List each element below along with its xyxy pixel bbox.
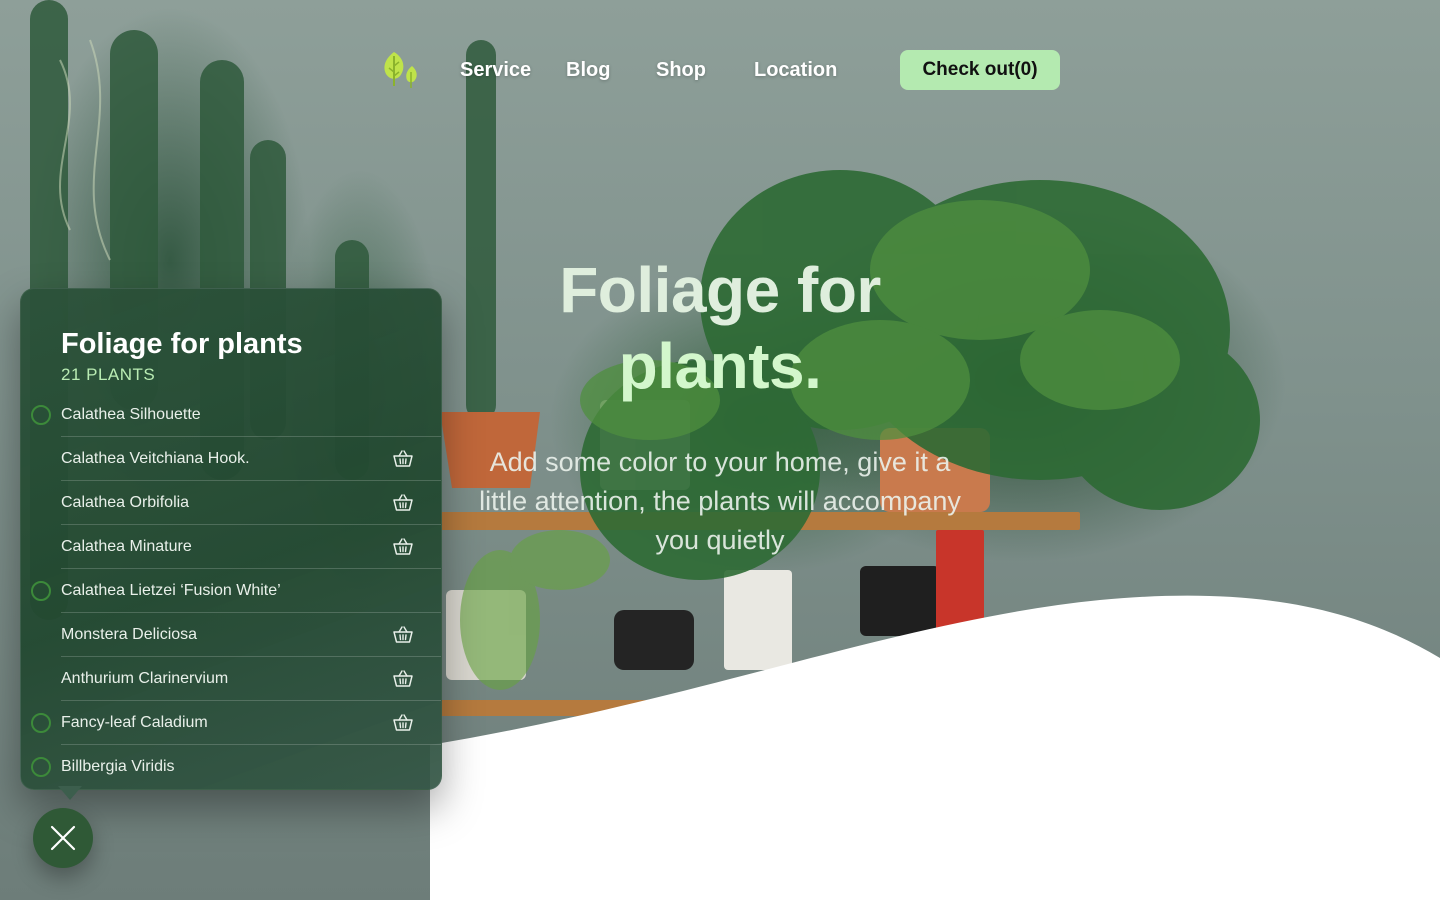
plant-list-item[interactable]: Billbergia Viridis	[21, 745, 441, 789]
plant-list-item[interactable]: Calathea Minature	[21, 525, 441, 569]
plant-list-item[interactable]: Fancy-leaf Caladium	[21, 701, 441, 745]
plant-name: Fancy-leaf Caladium	[61, 714, 208, 731]
hero-subtitle: Add some color to your home, give it a l…	[479, 447, 961, 555]
panel-title: Foliage for plants	[61, 328, 303, 360]
basket-icon[interactable]	[393, 626, 413, 644]
close-panel-button[interactable]	[33, 808, 93, 868]
basket-icon[interactable]	[393, 494, 413, 512]
panel-pointer	[58, 786, 82, 800]
plant-name: Monstera Deliciosa	[61, 626, 198, 643]
basket-icon[interactable]	[393, 538, 413, 556]
page: Service Blog Shop Location Check out(0) …	[0, 0, 1440, 900]
nav-link-service[interactable]: Service	[460, 58, 531, 82]
nav-link-shop[interactable]: Shop	[656, 58, 706, 82]
plant-name: Billbergia Viridis	[61, 758, 175, 775]
leaf-trees-icon[interactable]	[380, 50, 420, 90]
plant-list-item[interactable]: Calathea Lietzei ‘Fusion White’	[21, 569, 441, 613]
plant-name: Calathea Lietzei ‘Fusion White’	[61, 582, 281, 599]
plant-list-item[interactable]: Calathea Veitchiana Hook.	[21, 437, 441, 481]
selection-ring-icon[interactable]	[31, 713, 51, 733]
nav-link-blog[interactable]: Blog	[566, 58, 610, 82]
selection-ring-icon[interactable]	[31, 581, 51, 601]
close-icon	[50, 825, 76, 851]
plant-name: Calathea Orbifolia	[61, 494, 190, 511]
hero-title-line-1: Foliage for	[559, 254, 881, 326]
plant-count: 21 PLANTS	[61, 365, 156, 384]
plant-list-item[interactable]: Calathea Orbifolia	[21, 481, 441, 525]
basket-icon[interactable]	[393, 450, 413, 468]
plant-name: Calathea Silhouette	[61, 406, 201, 423]
plant-list-item[interactable]: Calathea Silhouette	[21, 393, 441, 437]
plant-name: Calathea Minature	[61, 538, 192, 555]
basket-icon[interactable]	[393, 714, 413, 732]
plant-list-item[interactable]: Monstera Deliciosa	[21, 613, 441, 657]
plant-list-panel: Foliage for plants 21 PLANTS Calathea Si…	[20, 288, 442, 790]
plant-name: Anthurium Clarinervium	[61, 670, 229, 687]
nav-link-location[interactable]: Location	[754, 58, 837, 82]
plant-name: Calathea Veitchiana Hook.	[61, 450, 250, 467]
basket-icon[interactable]	[393, 670, 413, 688]
plant-list: Calathea Silhouette Calathea Veitchiana H…	[21, 393, 441, 789]
hero-title-line-2: plants.	[618, 330, 822, 402]
hero-title: Foliage for plants.	[470, 252, 970, 404]
selection-ring-icon[interactable]	[31, 405, 51, 425]
plant-list-item[interactable]: Anthurium Clarinervium	[21, 657, 441, 701]
selection-ring-icon[interactable]	[31, 757, 51, 777]
checkout-button[interactable]: Check out(0)	[900, 50, 1060, 90]
